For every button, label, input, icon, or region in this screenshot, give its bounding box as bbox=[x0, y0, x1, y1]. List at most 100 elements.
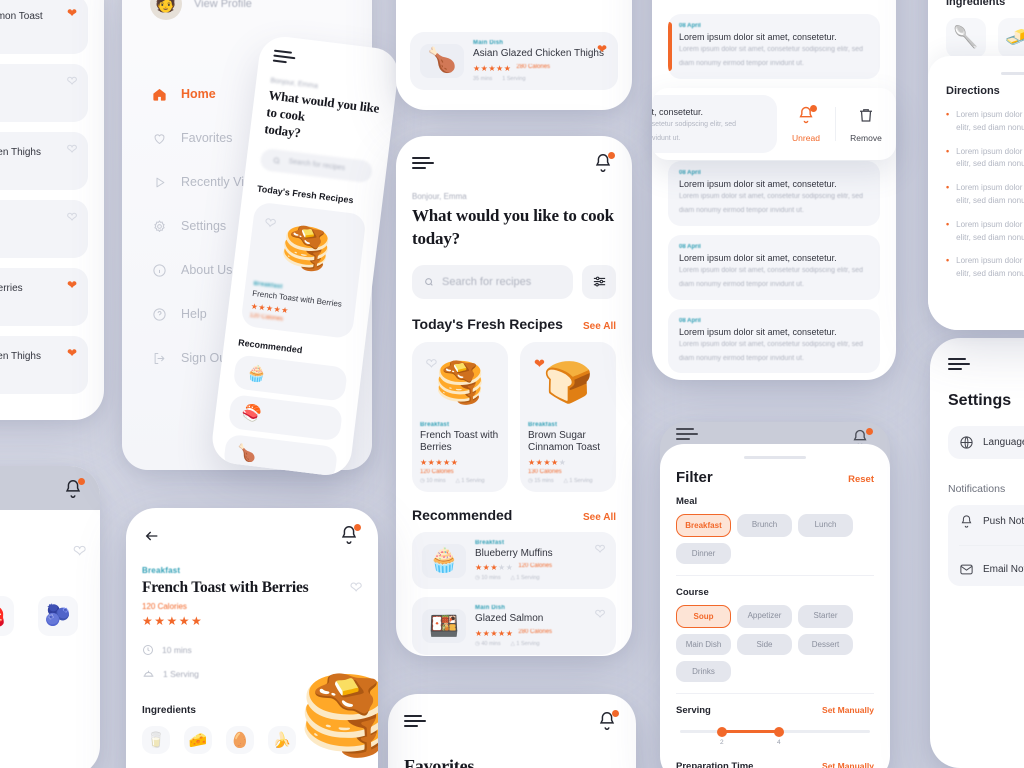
course-chip-dessert[interactable]: Dessert bbox=[798, 634, 853, 655]
notification-card[interactable]: 08 April Lorem ipsum dolor sit amet, cons… bbox=[668, 235, 880, 300]
favorite-heart-icon[interactable]: ❤ bbox=[350, 579, 363, 596]
meal-chip-breakfast[interactable]: Breakfast bbox=[676, 514, 731, 537]
see-all-link[interactable]: See All bbox=[583, 321, 616, 332]
course-chip-main-dish[interactable]: Main Dish bbox=[676, 634, 731, 655]
notification-date: 08 April bbox=[679, 317, 701, 324]
search-input[interactable]: Search for recipes bbox=[412, 264, 573, 299]
page-title: Favorites bbox=[404, 756, 475, 768]
profile-header[interactable]: 🧑 View Profile bbox=[122, 0, 372, 20]
favorite-heart-icon[interactable]: ❤ bbox=[597, 42, 607, 56]
mark-unread-button[interactable]: Unread bbox=[777, 105, 835, 143]
favorite-heart-icon[interactable]: ❤ bbox=[66, 142, 77, 157]
list-item[interactable]: 🍣 bbox=[227, 393, 344, 442]
list-item[interactable]: French Toast with Berries★★★★★◷△❤ bbox=[0, 268, 88, 326]
serving-set-manually-link[interactable]: Set Manually bbox=[822, 705, 874, 715]
direction-line: tempor invidunt ut. bbox=[0, 695, 84, 710]
directions-list: • Lorem ipsum dolor elitr, sed diam nonu • L… bbox=[946, 109, 1024, 281]
list-item[interactable]: 🍗 Main Dish Asian Glazed Chicken Thighs … bbox=[410, 32, 618, 90]
list-item[interactable]: 🧁 Breakfast Blueberry Muffins ★★★★★ 120 Calo… bbox=[412, 531, 616, 590]
settings-item-push[interactable]: Push Notifications bbox=[948, 505, 1024, 538]
course-chip-soup[interactable]: Soup bbox=[676, 605, 731, 628]
course-chip-appetizer[interactable]: Appetizer bbox=[737, 605, 792, 628]
favorite-heart-icon[interactable]: ❤ bbox=[67, 278, 77, 292]
notification-date: 08 April bbox=[679, 244, 701, 251]
favorite-heart-icon[interactable]: ❤ bbox=[67, 6, 77, 20]
gear-icon bbox=[152, 219, 167, 234]
bell-icon[interactable] bbox=[596, 710, 620, 734]
list-item[interactable]: 🍗 bbox=[222, 433, 339, 478]
bell-icon[interactable] bbox=[62, 478, 86, 502]
meal-chip-group[interactable]: Breakfast Brunch Lunch Dinner bbox=[676, 514, 874, 564]
notification-card[interactable]: 08 April Lorem ipsum dolor sit amet, cons… bbox=[668, 308, 880, 374]
detail-topbar bbox=[142, 524, 362, 548]
list-item[interactable]: 🍱 Main Dish Glazed Salmon ★★★★★ 280 Calories… bbox=[412, 597, 616, 655]
meal-chip-lunch[interactable]: Lunch bbox=[798, 514, 853, 537]
notification-card[interactable]: 08 April Lorem ipsum dolor sit amet, cons… bbox=[668, 161, 880, 227]
course-chip-drinks[interactable]: Drinks bbox=[676, 661, 731, 682]
arrow-left-icon[interactable] bbox=[142, 528, 162, 544]
favorite-heart-icon[interactable]: ❤ bbox=[67, 346, 77, 360]
slider-knob-min[interactable] bbox=[716, 726, 727, 737]
reset-button[interactable]: Reset bbox=[848, 474, 874, 485]
remove-button[interactable]: Remove bbox=[836, 106, 896, 143]
direction-line1: Lorem ipsum dolor bbox=[956, 219, 1023, 229]
favorites-left-list[interactable]: Brown Sugar Cinnamon Toast★★★★★◷△❤ Bluebe… bbox=[0, 0, 88, 394]
prep-set-manually-link[interactable]: Set Manually bbox=[822, 761, 874, 768]
bell-icon bbox=[794, 105, 818, 129]
favorite-heart-icon[interactable]: ❤ bbox=[264, 214, 278, 232]
list-item[interactable]: 🧁 bbox=[232, 353, 348, 402]
recipe-card-tilted[interactable]: 🥞 ❤ Breakfast French Toast with Berries … bbox=[240, 201, 367, 339]
list-item[interactable]: Blueberry Muffins★★★★★◷△❤ bbox=[0, 64, 88, 122]
directions-phone: Ingredients 🥄 🧈 Directions • Lorem ipsum d… bbox=[928, 0, 1024, 330]
hamburger-icon[interactable] bbox=[412, 157, 434, 171]
notification-preview[interactable]: r sit amet, consetetur. t amet, consetet… bbox=[652, 94, 777, 154]
notification-body-line2: diam nonumy eirmod tempor invidunt ut. bbox=[679, 280, 804, 288]
course-chip-starter[interactable]: Starter bbox=[798, 605, 853, 628]
favorite-heart-icon[interactable]: ❤ bbox=[594, 607, 605, 622]
notification-card[interactable]: 08 April Lorem ipsum dolor sit amet, cons… bbox=[668, 14, 880, 79]
notification-body-line1: Lorem ipsum dolor sit amet, consetetur s… bbox=[679, 267, 864, 275]
course-chip-side[interactable]: Side bbox=[737, 634, 792, 655]
recipe-tag: Breakfast bbox=[420, 421, 450, 428]
filter-phone: Filter Reset Meal Breakfast Brunch Lunch Di… bbox=[660, 422, 890, 768]
list-item[interactable]: Glazed Salmon★★★★★◷△❤ bbox=[0, 200, 88, 258]
list-item[interactable]: Brown Sugar Cinnamon Toast★★★★★◷△❤ bbox=[0, 0, 88, 54]
recipe-card[interactable]: 🍞 ❤ Breakfast Brown Sugar Cinnamon Toast ★★★… bbox=[520, 341, 616, 492]
search-input-tilted[interactable]: Search for recipes bbox=[259, 147, 374, 184]
hamburger-icon[interactable] bbox=[272, 49, 296, 67]
sliders-icon[interactable] bbox=[582, 264, 616, 299]
direction-step: • Lorem ipsum dolor elitr, sed diam nonu bbox=[946, 146, 1024, 172]
hamburger-icon[interactable] bbox=[948, 358, 970, 372]
settings-item-language[interactable]: Language bbox=[948, 426, 1024, 459]
favorite-heart-icon[interactable]: ❤ bbox=[534, 356, 545, 372]
sheet-grabber[interactable] bbox=[744, 456, 806, 459]
fresh-section-header: Today's Fresh Recipes See All bbox=[412, 316, 616, 332]
ingredient-icon: 🫐 bbox=[38, 596, 78, 636]
direction-line2: elitr, sed diam nonu bbox=[956, 159, 1024, 169]
favorite-heart-icon[interactable]: ❤ bbox=[426, 355, 438, 372]
list-item[interactable]: Asian Glazed Chicken Thighs★★★★★◷△❤ bbox=[0, 336, 88, 394]
favorite-heart-icon[interactable]: ❤ bbox=[66, 74, 77, 89]
favorites-list-phone: Brown Sugar Cinnamon Toast★★★★★◷△❤ Bluebe… bbox=[0, 0, 104, 420]
notification-swipe-actions: r sit amet, consetetur. t amet, consetet… bbox=[652, 88, 896, 160]
course-chip-group[interactable]: Soup Appetizer Starter Main Dish Side Dessert… bbox=[676, 605, 874, 682]
recipe-name: Blueberry Muffins bbox=[475, 547, 553, 559]
favorite-heart-icon[interactable]: ❤ bbox=[594, 541, 605, 556]
list-item[interactable]: Asian Glazed Chicken Thighs★★★★★◷△❤ bbox=[0, 132, 88, 190]
meal-chip-brunch[interactable]: Brunch bbox=[737, 514, 792, 537]
hamburger-icon[interactable] bbox=[676, 428, 698, 442]
favorite-heart-icon[interactable]: ❤ bbox=[66, 210, 77, 225]
direction-line2: elitr, sed diam nonu bbox=[956, 195, 1024, 205]
remove-label: Remove bbox=[850, 132, 882, 143]
settings-item-email[interactable]: Email Notifications bbox=[948, 553, 1024, 586]
hamburger-icon[interactable] bbox=[404, 715, 426, 729]
meal-chip-dinner[interactable]: Dinner bbox=[676, 543, 731, 564]
see-all-link[interactable]: See All bbox=[583, 512, 616, 523]
bell-icon[interactable] bbox=[592, 152, 616, 176]
serving-slider[interactable]: 2 4 bbox=[680, 726, 870, 746]
slider-knob-max[interactable] bbox=[773, 726, 784, 737]
favorite-heart-icon[interactable]: ❤ bbox=[73, 542, 87, 561]
bell-icon[interactable] bbox=[338, 524, 362, 548]
recipe-card[interactable]: 🥞 ❤ Breakfast French Toast with Berries ★★★★… bbox=[412, 341, 508, 492]
sheet-grabber[interactable] bbox=[1001, 72, 1024, 75]
